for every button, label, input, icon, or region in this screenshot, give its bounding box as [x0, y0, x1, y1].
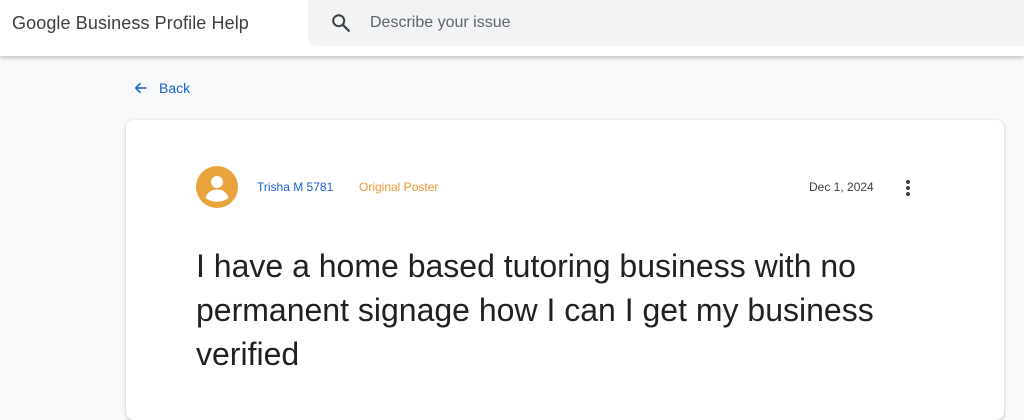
author-name-link[interactable]: Trisha M 5781: [257, 180, 333, 194]
person-avatar-icon[interactable]: [196, 166, 238, 208]
original-poster-badge: Original Poster: [359, 180, 439, 194]
top-app-bar: Google Business Profile Help: [0, 0, 1024, 56]
search-icon[interactable]: [330, 12, 352, 34]
app-title[interactable]: Google Business Profile Help: [12, 13, 249, 34]
search-input[interactable]: [370, 10, 970, 36]
post-date: Dec 1, 2024: [809, 180, 874, 194]
more-vertical-icon[interactable]: [898, 176, 918, 200]
back-link[interactable]: Back: [134, 78, 190, 98]
question-title: I have a home based tutoring business wi…: [196, 248, 874, 372]
question-card: Trisha M 5781 Original Poster Dec 1, 202…: [126, 120, 1004, 420]
arrow-left-icon: [134, 82, 147, 94]
search-bar[interactable]: [308, 0, 1024, 46]
back-label: Back: [159, 80, 191, 96]
